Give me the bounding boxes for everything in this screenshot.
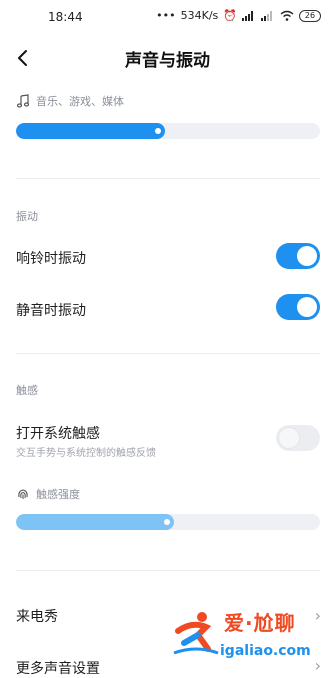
section-vibration: 振动	[16, 210, 38, 223]
toggle-knob	[297, 297, 317, 317]
silent-vibrate-label: 静音时振动	[16, 303, 86, 319]
status-bar: 18:44 ••• 534K/s ⏰ 26	[0, 0, 335, 38]
toggle-knob	[297, 246, 317, 266]
divider	[16, 353, 320, 354]
system-haptics-toggle[interactable]	[276, 425, 320, 451]
haptic-strength-fill	[16, 514, 174, 530]
more-sound-settings-item[interactable]: 更多声音设置	[16, 658, 100, 678]
haptic-strength-text: 触感强度	[36, 488, 80, 501]
status-time: 18:44	[48, 10, 83, 24]
system-haptics-label: 打开系统触感	[16, 426, 100, 442]
haptic-strength-slider[interactable]	[16, 514, 320, 530]
silent-vibrate-toggle[interactable]	[276, 294, 320, 320]
wifi-icon	[280, 10, 294, 21]
ring-vibrate-toggle[interactable]	[276, 243, 320, 269]
more-dots-icon: •••	[156, 9, 176, 22]
media-volume-fill	[16, 123, 165, 139]
alarm-icon: ⏰	[223, 9, 237, 22]
system-haptics-desc: 交互手势与系统控制的触感反馈	[16, 448, 156, 459]
fingerprint-icon	[18, 489, 28, 499]
toggle-knob	[279, 428, 299, 448]
media-volume-knob[interactable]	[155, 128, 161, 134]
media-volume-label: 音乐、游戏、媒体	[16, 93, 124, 109]
section-haptics: 触感	[16, 384, 38, 397]
status-icons: ••• 534K/s ⏰ 26	[156, 9, 321, 22]
net-speed: 534K/s	[180, 9, 219, 22]
signal-2-icon	[261, 11, 272, 21]
watermark-logo: 爱·尬聊 igaliao.com	[172, 605, 322, 667]
haptic-strength-label: 触感强度	[16, 486, 80, 502]
divider	[16, 178, 320, 179]
media-volume-text: 音乐、游戏、媒体	[36, 95, 124, 108]
watermark-text: 爱·尬聊	[224, 611, 296, 635]
battery-icon: 26	[299, 9, 321, 22]
runner-logo-icon	[173, 612, 219, 655]
media-volume-slider[interactable]	[16, 123, 320, 139]
page-title: 声音与振动	[125, 51, 210, 71]
signal-icon	[242, 11, 253, 21]
caller-show-item[interactable]: 来电秀	[16, 606, 58, 626]
ring-vibrate-label: 响铃时振动	[16, 251, 86, 267]
haptic-strength-knob[interactable]	[164, 519, 170, 525]
watermark-url: igaliao.com	[220, 643, 311, 659]
divider	[16, 570, 320, 571]
music-note-icon	[16, 94, 30, 108]
